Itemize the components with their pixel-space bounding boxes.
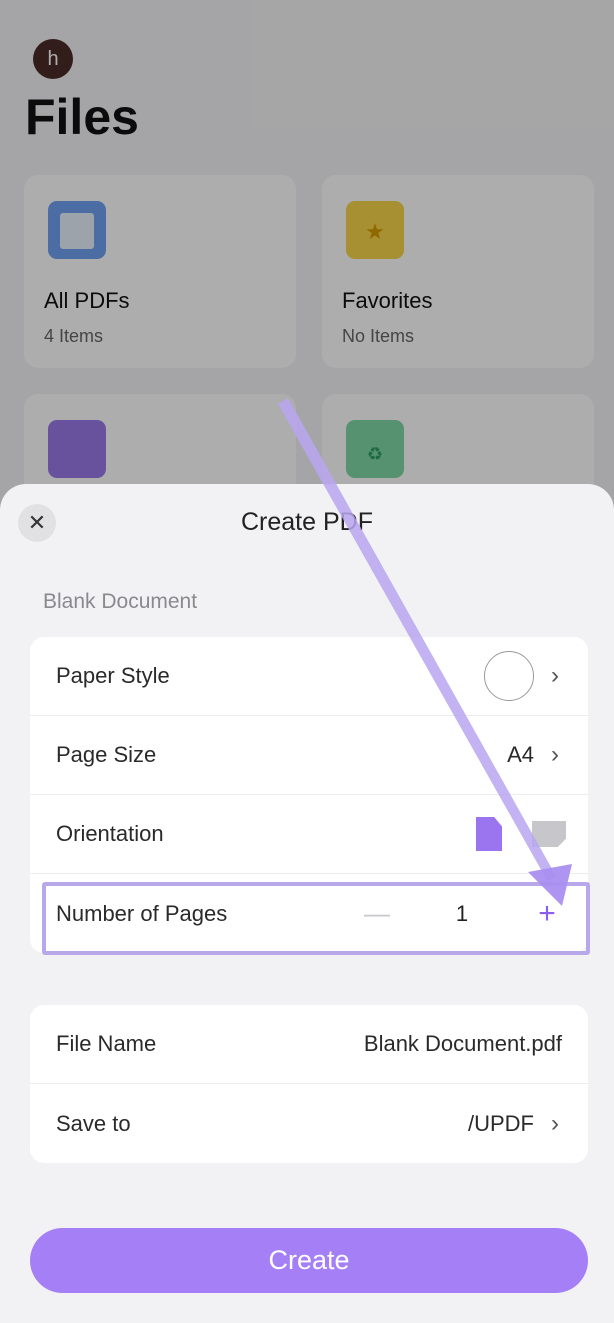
file-settings-group: File Name Blank Document.pdf Save to /UP… <box>30 1005 588 1163</box>
file-name-value[interactable]: Blank Document.pdf <box>364 1031 562 1057</box>
page-size-label: Page Size <box>56 742 157 767</box>
number-of-pages-row: Number of Pages — 1 + <box>30 874 588 953</box>
pages-value: 1 <box>455 900 469 926</box>
section-label: Blank Document <box>43 590 198 613</box>
orientation-row: Orientation <box>30 795 588 874</box>
save-to-label: Save to <box>56 1110 131 1136</box>
landscape-orientation-icon[interactable] <box>532 821 566 847</box>
chevron-right-icon: › <box>551 662 559 689</box>
save-to-value: /UPDF <box>468 1110 534 1136</box>
page-size-value: A4 <box>507 742 534 767</box>
create-button[interactable]: Create <box>30 1228 588 1293</box>
plus-button[interactable]: + <box>532 897 562 931</box>
sheet-title: Create PDF <box>241 508 373 536</box>
minus-button[interactable]: — <box>362 898 392 929</box>
paper-style-swatch <box>484 651 534 701</box>
number-of-pages-label: Number of Pages <box>56 900 228 926</box>
save-to-row[interactable]: Save to /UPDF › <box>30 1084 588 1163</box>
orientation-label: Orientation <box>56 821 164 846</box>
paper-style-row[interactable]: Paper Style › <box>30 637 588 716</box>
chevron-right-icon: › <box>551 1109 559 1137</box>
chevron-right-icon: › <box>551 741 559 768</box>
file-name-row[interactable]: File Name Blank Document.pdf <box>30 1005 588 1084</box>
document-settings-group: Paper Style › Page Size A4 › Orientation… <box>30 637 588 953</box>
page-size-row[interactable]: Page Size A4 › <box>30 716 588 795</box>
pages-stepper: — 1 + <box>362 897 562 931</box>
create-pdf-sheet: ✕ Create PDF Blank Document Paper Style … <box>0 484 614 1323</box>
paper-style-label: Paper Style <box>56 663 170 688</box>
portrait-orientation-icon[interactable] <box>476 817 502 851</box>
file-name-label: File Name <box>56 1031 157 1056</box>
